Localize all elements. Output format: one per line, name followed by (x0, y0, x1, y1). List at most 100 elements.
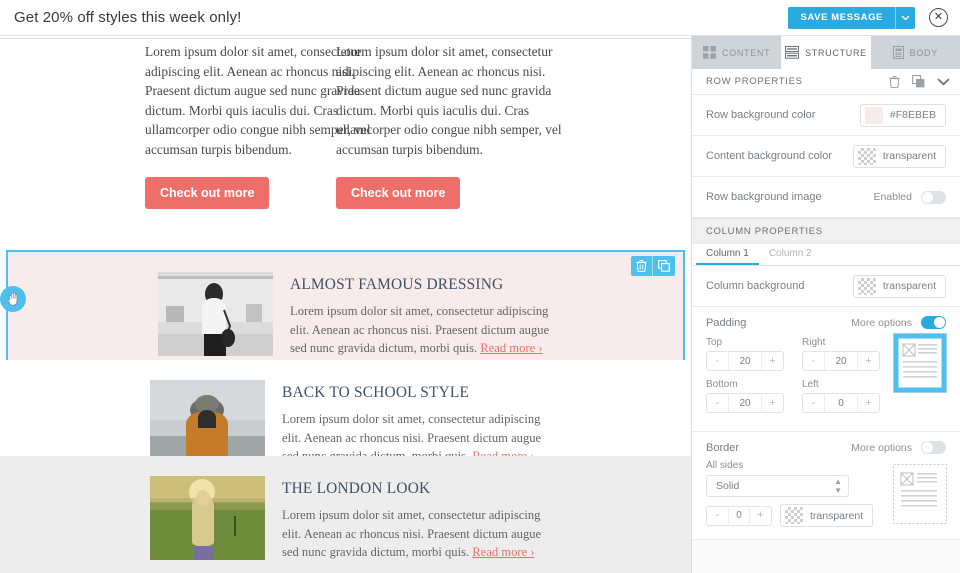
column-background-swatch (857, 277, 876, 295)
row-properties-actions (889, 75, 950, 88)
column-tab-2[interactable]: Column 2 (759, 244, 822, 265)
padding-left-increment[interactable]: + (858, 394, 879, 412)
email-subject-line[interactable]: Get 20% off styles this week only! (14, 9, 241, 26)
padding-right-decrement[interactable]: - (803, 352, 824, 370)
row-delete-button[interactable] (631, 256, 653, 276)
save-message-button[interactable]: SAVE MESSAGE (788, 6, 895, 29)
grid-icon (702, 46, 716, 59)
row-properties-delete-button[interactable] (889, 75, 900, 88)
padding-right-value[interactable]: 20 (824, 352, 858, 370)
properties-panel: CONTENT STRUCTURE BODY ROW PROPERTIES Ro… (691, 36, 960, 573)
row-background-color-swatch-box[interactable]: #F8EBEB (859, 103, 946, 127)
two-column-text-row[interactable]: Lorem ipsum dolor sit amet, consectetur … (0, 42, 691, 209)
content-background-color-field[interactable]: Content background color transparent (692, 136, 960, 177)
check-out-more-button-1[interactable]: Check out more (145, 176, 270, 209)
border-style-select[interactable]: Solid ▲ ▼ (706, 475, 849, 497)
tab-content[interactable]: CONTENT (692, 36, 782, 69)
padding-bottom-increment[interactable]: + (762, 394, 783, 412)
column-background-field[interactable]: Column background transparent (692, 266, 960, 307)
column-tab-1[interactable]: Column 1 (696, 244, 759, 265)
article-row-3[interactable]: THE LONDON LOOK Lorem ipsum dolor sit am… (0, 456, 691, 573)
column-properties-header: COLUMN PROPERTIES (692, 218, 960, 244)
padding-left-label: Left (802, 379, 819, 390)
border-preview-diagram (893, 464, 947, 524)
row-background-color-swatch (864, 106, 883, 124)
duplicate-icon (912, 75, 925, 88)
rows-icon (785, 46, 800, 59)
border-more-options: More options (851, 441, 946, 454)
article-thumbnail-2[interactable] (150, 380, 265, 464)
article-text-3: Lorem ipsum dolor sit amet, consectetur … (282, 506, 552, 562)
row-background-image-state: Enabled (873, 191, 912, 203)
trash-icon (889, 75, 900, 88)
padding-header: Padding More options (706, 316, 946, 329)
row-properties-title: ROW PROPERTIES (706, 76, 803, 87)
check-out-more-button-2[interactable]: Check out more (336, 176, 461, 209)
row-background-image-field[interactable]: Row background image Enabled (692, 177, 960, 218)
content-background-color-label: Content background color (706, 150, 832, 162)
padding-top-stepper[interactable]: - 20 + (706, 351, 784, 371)
tab-body[interactable]: BODY (870, 36, 960, 69)
border-width-value[interactable]: 0 (728, 506, 750, 525)
padding-top-value[interactable]: 20 (728, 352, 762, 370)
border-header: Border More options (706, 441, 946, 454)
woman-field-sunset-photo (150, 476, 265, 560)
column-background-swatch-box[interactable]: transparent (852, 274, 946, 298)
padding-top-increment[interactable]: + (762, 352, 783, 370)
padding-bottom-value[interactable]: 20 (728, 394, 762, 412)
article-thumbnail-3[interactable] (150, 476, 265, 560)
panel-tabs: CONTENT STRUCTURE BODY (692, 36, 960, 69)
border-more-options-toggle[interactable] (921, 441, 946, 454)
border-width-increment[interactable]: + (750, 507, 771, 525)
row-drag-handle[interactable] (0, 286, 26, 312)
border-more-options-label: More options (851, 441, 912, 454)
row-properties-duplicate-button[interactable] (912, 75, 925, 88)
border-width-stepper[interactable]: - 0 + (706, 505, 772, 526)
read-more-link-1[interactable]: Read more › (480, 341, 542, 355)
padding-right-increment[interactable]: + (858, 352, 879, 370)
email-canvas: Lorem ipsum dolor sit amet, consectetur … (0, 36, 691, 573)
content-background-color-swatch-box[interactable]: transparent (852, 144, 946, 168)
padding-right-stepper[interactable]: - 20 + (802, 351, 880, 371)
trash-icon (636, 260, 647, 272)
content-background-color-value: transparent (882, 150, 936, 162)
article-title-2: BACK TO SCHOOL STYLE (282, 384, 470, 401)
top-bar: Get 20% off styles this week only! SAVE … (0, 0, 960, 36)
padding-left-stepper[interactable]: - 0 + (802, 393, 880, 413)
tab-body-label: BODY (909, 47, 938, 58)
padding-bottom-stepper[interactable]: - 20 + (706, 393, 784, 413)
border-color-swatch-box[interactable]: transparent (780, 504, 874, 527)
row-background-image-toggle[interactable] (921, 190, 946, 204)
padding-more-options: More options (851, 316, 946, 329)
row-properties-collapse-button[interactable] (937, 77, 950, 86)
read-more-link-3[interactable]: Read more › (472, 545, 534, 559)
padding-top-label: Top (706, 337, 723, 348)
padding-left-value[interactable]: 0 (824, 394, 858, 412)
row-background-color-field[interactable]: Row background color #F8EBEB (692, 95, 960, 136)
column-background-value: transparent (882, 280, 936, 292)
padding-top-decrement[interactable]: - (707, 352, 728, 370)
border-block: Border More options All sides Solid ▲ ▼ -… (692, 432, 960, 540)
padding-label: Padding (706, 316, 747, 329)
row-background-image-label: Row background image (706, 191, 822, 203)
padding-more-options-label: More options (851, 316, 912, 329)
border-color-value: transparent (810, 509, 864, 522)
article-content-2: BACK TO SCHOOL STYLE Lorem ipsum dolor s… (282, 380, 552, 466)
email-editor-app: Get 20% off styles this week only! SAVE … (0, 0, 960, 573)
padding-bottom-decrement[interactable]: - (707, 394, 728, 412)
column-background-label: Column background (706, 280, 805, 292)
article-thumbnail-1[interactable] (158, 272, 273, 356)
canvas-top-divider (0, 38, 691, 39)
tab-content-label: CONTENT (721, 47, 771, 58)
padding-right-group: Right - 20 + (802, 337, 888, 377)
row-toolbar (631, 256, 675, 276)
padding-right-label: Right (802, 337, 826, 348)
padding-left-decrement[interactable]: - (803, 394, 824, 412)
column-properties-title: COLUMN PROPERTIES (706, 225, 823, 237)
row-duplicate-button[interactable] (653, 256, 675, 276)
border-width-decrement[interactable]: - (707, 507, 728, 525)
close-icon[interactable]: ✕ (929, 8, 948, 27)
tab-structure[interactable]: STRUCTURE (781, 36, 871, 69)
padding-more-options-toggle[interactable] (921, 316, 946, 329)
save-options-chevron-down-icon[interactable] (895, 6, 915, 29)
